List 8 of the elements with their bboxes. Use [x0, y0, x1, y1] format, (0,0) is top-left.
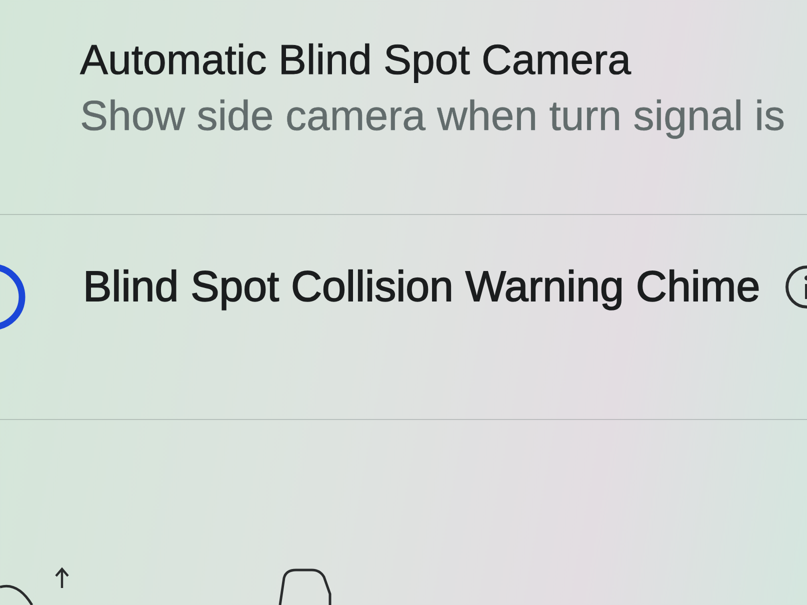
setting-description: Show side camera when turn signal is	[80, 92, 786, 140]
arc-icon	[0, 583, 34, 605]
rounded-outline-icon[interactable]	[278, 568, 332, 605]
arrow-up-icon[interactable]	[54, 567, 70, 589]
checkbox[interactable]	[0, 263, 26, 331]
setting-title: Automatic Blind Spot Camera	[80, 36, 632, 84]
setting-title: Blind Spot Collision Warning Chime	[83, 263, 760, 311]
info-icon[interactable]	[784, 264, 807, 310]
